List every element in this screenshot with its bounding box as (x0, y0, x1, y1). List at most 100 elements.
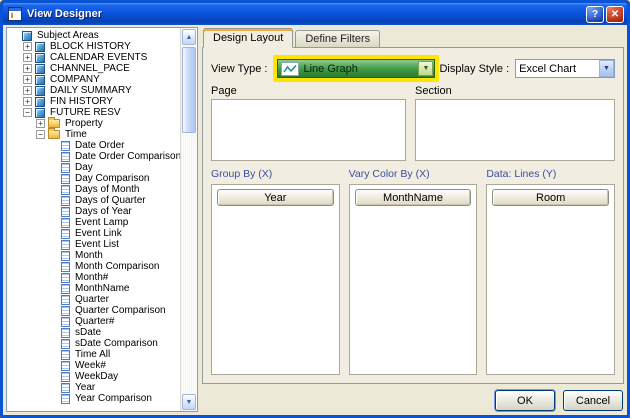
collapse-toggle[interactable]: − (36, 130, 45, 139)
column-icon (61, 328, 70, 338)
ok-button[interactable]: OK (495, 390, 555, 411)
tree-leaf[interactable]: Year (7, 382, 180, 393)
column-icon (61, 284, 70, 294)
tree-leaf[interactable]: Date Order Comparison (7, 151, 180, 162)
close-button[interactable]: ✕ (606, 6, 624, 23)
view-type-highlight: Line Graph ▼ (273, 55, 439, 82)
tree-item-label: Subject Areas (35, 30, 101, 41)
page-section-row: Page Section (211, 85, 615, 161)
tree-node[interactable]: − FUTURE RESV (7, 107, 180, 118)
tree-leaf[interactable]: Week# (7, 360, 180, 371)
tree-leaf[interactable]: Days of Month (7, 184, 180, 195)
tree-leaf[interactable]: Time All (7, 349, 180, 360)
column-header: Group By (X) (211, 168, 340, 182)
column-icon (61, 207, 70, 217)
tree-leaf[interactable]: Days of Year (7, 206, 180, 217)
tree-item-label: Days of Quarter (73, 195, 148, 206)
tree-scrollbar[interactable]: ▲ ▼ (180, 28, 197, 411)
window-title: View Designer (27, 8, 586, 20)
folder-icon (48, 130, 60, 139)
subject-area-cube-icon (35, 42, 45, 52)
titlebar[interactable]: View Designer ? ✕ (3, 3, 627, 25)
scrollbar-thumb[interactable] (182, 47, 196, 133)
expand-toggle[interactable]: + (23, 86, 32, 95)
tree-leaf[interactable]: Day Comparison (7, 173, 180, 184)
view-designer-window: View Designer ? ✕ Subject Areas+BLOCK HI… (0, 0, 630, 418)
scroll-down-button[interactable]: ▼ (182, 394, 196, 410)
expand-toggle[interactable]: + (23, 42, 32, 51)
view-designer-icon (8, 7, 22, 21)
tree-leaf[interactable]: Date Order (7, 140, 180, 151)
tree-leaf[interactable]: Month Comparison (7, 261, 180, 272)
expand-toggle[interactable]: + (23, 53, 32, 62)
section-label: Section (415, 85, 615, 97)
tree-leaf[interactable]: Month# (7, 272, 180, 283)
design-layout-panel: View Type : Line Graph ▼ Display Style : (202, 47, 624, 384)
help-button[interactable]: ? (586, 6, 604, 23)
column-icon (61, 317, 70, 327)
column-dropzone[interactable]: Year (211, 184, 340, 375)
tree-item-label: Week# (73, 360, 108, 371)
tree-item-label: Event Link (73, 228, 124, 239)
tab-design-layout[interactable]: Design Layout (203, 28, 293, 48)
tree-leaf[interactable]: MonthName (7, 283, 180, 294)
expand-toggle[interactable]: + (36, 119, 45, 128)
tree-root-subject-areas[interactable]: Subject Areas (7, 30, 180, 41)
collapse-toggle[interactable]: − (23, 108, 32, 117)
tree-item-label: Quarter Comparison (73, 305, 168, 316)
chevron-down-icon[interactable]: ▼ (418, 61, 433, 76)
tree-leaf[interactable]: Month (7, 250, 180, 261)
tree-node[interactable]: + BLOCK HISTORY (7, 41, 180, 52)
view-type-dropdown[interactable]: Line Graph ▼ (277, 59, 435, 78)
page-dropzone[interactable] (211, 99, 406, 161)
layout-column-2: Vary Color By (X)MonthName (349, 168, 478, 375)
column-header: Data: Lines (Y) (486, 168, 615, 182)
column-icon (61, 163, 70, 173)
expand-toggle[interactable]: + (23, 75, 32, 84)
tree-leaf[interactable]: Quarter Comparison (7, 305, 180, 316)
scroll-up-button[interactable]: ▲ (182, 29, 196, 45)
tree-folder[interactable]: −Time (7, 129, 180, 140)
tree-node[interactable]: +FIN HISTORY (7, 96, 180, 107)
tree-item-label: MonthName (73, 283, 131, 294)
column-icon (61, 174, 70, 184)
view-type-value: Line Graph (302, 63, 418, 75)
tree-item-label: BLOCK HISTORY (48, 41, 133, 52)
subject-area-cube-icon (35, 53, 45, 63)
tree-leaf[interactable]: sDate Comparison (7, 338, 180, 349)
tree-node[interactable]: +COMPANY (7, 74, 180, 85)
tree-node[interactable]: +DAILY SUMMARY (7, 85, 180, 96)
tree-leaf[interactable]: Event Lamp (7, 217, 180, 228)
tree-item-label: CALENDAR EVENTS (48, 52, 149, 63)
tree-folder[interactable]: +Property (7, 118, 180, 129)
expand-toggle[interactable]: + (23, 97, 32, 106)
tree-node[interactable]: +CHANNEL_PACE (7, 63, 180, 74)
tab-define-filters[interactable]: Define Filters (295, 30, 380, 47)
section-dropzone[interactable] (415, 99, 615, 161)
chevron-down-icon[interactable]: ▼ (599, 60, 614, 77)
tree-node[interactable]: + CALENDAR EVENTS (7, 52, 180, 63)
field-button[interactable]: Room (492, 189, 609, 206)
column-icon (61, 196, 70, 206)
tree-leaf[interactable]: Days of Quarter (7, 195, 180, 206)
display-style-label: Display Style : (439, 63, 509, 75)
column-icon (61, 350, 70, 360)
tree-leaf[interactable]: Event List (7, 239, 180, 250)
tree-leaf[interactable]: Quarter# (7, 316, 180, 327)
tree-leaf[interactable]: Year Comparison (7, 393, 180, 404)
tree-leaf[interactable]: Day (7, 162, 180, 173)
tree-leaf[interactable]: Event Link (7, 228, 180, 239)
field-button[interactable]: Year (217, 189, 334, 206)
display-style-dropdown[interactable]: Excel Chart ▼ (515, 59, 615, 78)
column-dropzone[interactable]: MonthName (349, 184, 478, 375)
tree-leaf[interactable]: WeekDay (7, 371, 180, 382)
expand-toggle[interactable]: + (23, 64, 32, 73)
tree-leaf[interactable]: Quarter (7, 294, 180, 305)
tree-leaf[interactable]: sDate (7, 327, 180, 338)
tree-item-label: FUTURE RESV (48, 107, 123, 118)
tree-item-label: Year (73, 382, 97, 393)
column-dropzone[interactable]: Room (486, 184, 615, 375)
cancel-button[interactable]: Cancel (563, 390, 623, 411)
field-button[interactable]: MonthName (355, 189, 472, 206)
scrollbar-track[interactable] (182, 46, 196, 393)
